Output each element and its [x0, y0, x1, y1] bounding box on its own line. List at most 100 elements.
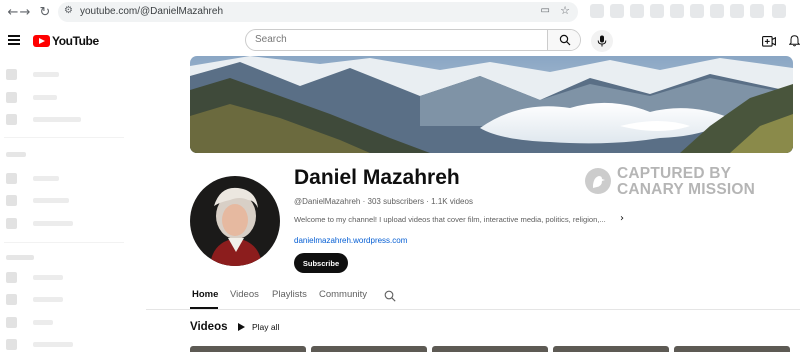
youtube-play-icon	[33, 35, 50, 47]
search-button[interactable]	[547, 30, 580, 50]
play-all-label: Play all	[252, 322, 280, 332]
sidebar-item-label	[33, 175, 59, 181]
sidebar-item-label	[33, 94, 57, 100]
sidebar-item-icon	[6, 172, 17, 184]
sidebar-item[interactable]	[6, 338, 73, 350]
sidebar-item-label	[33, 197, 69, 203]
tab-videos[interactable]: Videos	[230, 289, 259, 300]
sidebar-item[interactable]	[6, 316, 53, 328]
sidebar-section-heading	[6, 255, 34, 260]
channel-description[interactable]: Welcome to my channel! I upload videos t…	[294, 215, 606, 224]
extension-icon[interactable]	[610, 4, 624, 18]
sidebar-item-label	[33, 116, 81, 122]
subscribe-button[interactable]: Subscribe	[294, 253, 348, 273]
extension-icon[interactable]	[650, 4, 664, 18]
sidebar-item[interactable]	[6, 91, 57, 103]
sidebar-item-icon	[6, 113, 17, 125]
canary-bird-icon	[593, 176, 605, 188]
sidebar-item[interactable]	[6, 217, 73, 229]
extension-icon[interactable]	[590, 4, 604, 18]
address-url[interactable]: youtube.com/@DanielMazahreh	[80, 6, 223, 17]
channel-banner	[190, 56, 793, 153]
browser-toolbar: ← → ↻ ⚙ youtube.com/@DanielMazahreh ▭ ☆	[0, 0, 800, 24]
sidebar-item[interactable]	[6, 113, 81, 125]
search-icon	[384, 290, 396, 302]
video-count: 1.1K videos	[431, 197, 473, 206]
channel-link[interactable]: danielmazahreh.wordpress.com	[294, 236, 407, 245]
extension-icon[interactable]	[670, 4, 684, 18]
menu-icon[interactable]	[8, 35, 20, 45]
channel-handle: @DanielMazahreh	[294, 197, 361, 206]
search-box: Search	[245, 29, 581, 51]
sidebar-item[interactable]	[6, 68, 59, 80]
sidebar-item-icon	[6, 91, 17, 103]
extension-icon[interactable]	[710, 4, 724, 18]
voice-search-button[interactable]	[591, 30, 613, 52]
youtube-logo[interactable]: YouTube	[33, 34, 99, 48]
create-icon	[762, 36, 776, 47]
tabs-divider	[146, 309, 800, 310]
notifications-button[interactable]	[788, 34, 800, 52]
sidebar-divider	[4, 242, 124, 243]
watermark-line2: CANARY MISSION	[617, 181, 756, 198]
channel-avatar[interactable]	[190, 176, 280, 266]
sidebar-item-label	[33, 341, 73, 347]
tab-community[interactable]: Community	[319, 289, 367, 300]
search-icon	[559, 34, 570, 46]
create-video-button[interactable]	[762, 34, 776, 52]
sidebar-divider	[4, 137, 124, 138]
extension-icon[interactable]	[730, 4, 744, 18]
sidebar-item-icon	[6, 194, 17, 206]
reload-button[interactable]: ↻	[36, 3, 54, 21]
videos-section-title: Videos	[190, 321, 228, 333]
video-thumbnail[interactable]	[190, 346, 306, 352]
extension-icon[interactable]	[630, 4, 644, 18]
sidebar-item-label	[33, 274, 63, 280]
site-info-icon[interactable]: ⚙	[64, 5, 73, 16]
subscriber-count: 303 subscribers	[367, 197, 424, 206]
sidebar-item-label	[33, 220, 73, 226]
sidebar-item-label	[33, 296, 63, 302]
play-all-button[interactable]: Play all	[238, 322, 279, 332]
channel-name: Daniel Mazahreh	[294, 166, 460, 189]
chevron-right-icon[interactable]: ›	[620, 213, 624, 224]
sidebar-item-icon	[6, 316, 17, 328]
tab-home[interactable]: Home	[192, 289, 218, 300]
sidebar-section-heading	[6, 152, 26, 157]
canary-logo-icon	[585, 168, 611, 194]
extension-icon[interactable]	[690, 4, 704, 18]
sidebar-item-label	[33, 319, 53, 325]
sidebar-item-icon	[6, 217, 17, 229]
avatar-portrait-image	[190, 176, 280, 266]
search-input[interactable]: Search	[246, 30, 547, 50]
sidebar-item-icon	[6, 293, 17, 305]
sidebar	[0, 60, 130, 350]
sidebar-item-label	[33, 71, 59, 77]
address-bar[interactable]: ⚙ youtube.com/@DanielMazahreh ▭ ☆	[58, 2, 578, 22]
video-thumbnail[interactable]	[311, 346, 427, 352]
logo-text: YouTube	[52, 34, 99, 48]
tab-search-button[interactable]	[384, 289, 396, 307]
extension-icon[interactable]	[750, 4, 764, 18]
video-thumbnail[interactable]	[674, 346, 790, 352]
bookmark-star-icon[interactable]: ☆	[560, 4, 570, 17]
forward-button[interactable]: →	[16, 3, 34, 21]
sidebar-item[interactable]	[6, 172, 59, 184]
play-icon	[238, 323, 245, 331]
tab-playlists[interactable]: Playlists	[272, 289, 307, 300]
meta-separator: ·	[426, 197, 429, 206]
sidebar-item-icon	[6, 68, 17, 80]
cast-icon[interactable]: ▭	[541, 5, 550, 16]
meta-separator: ·	[362, 197, 366, 206]
search-placeholder: Search	[255, 34, 287, 45]
sidebar-item-icon	[6, 338, 17, 350]
profile-icon[interactable]	[772, 4, 786, 18]
banner-image	[190, 56, 793, 153]
sidebar-item[interactable]	[6, 194, 69, 206]
bell-icon	[788, 35, 800, 47]
sidebar-item[interactable]	[6, 293, 63, 305]
video-thumbnail[interactable]	[432, 346, 548, 352]
video-thumbnail[interactable]	[553, 346, 669, 352]
sidebar-item[interactable]	[6, 271, 63, 283]
watermark: CAPTURED BY CANARY MISSION	[585, 165, 785, 203]
